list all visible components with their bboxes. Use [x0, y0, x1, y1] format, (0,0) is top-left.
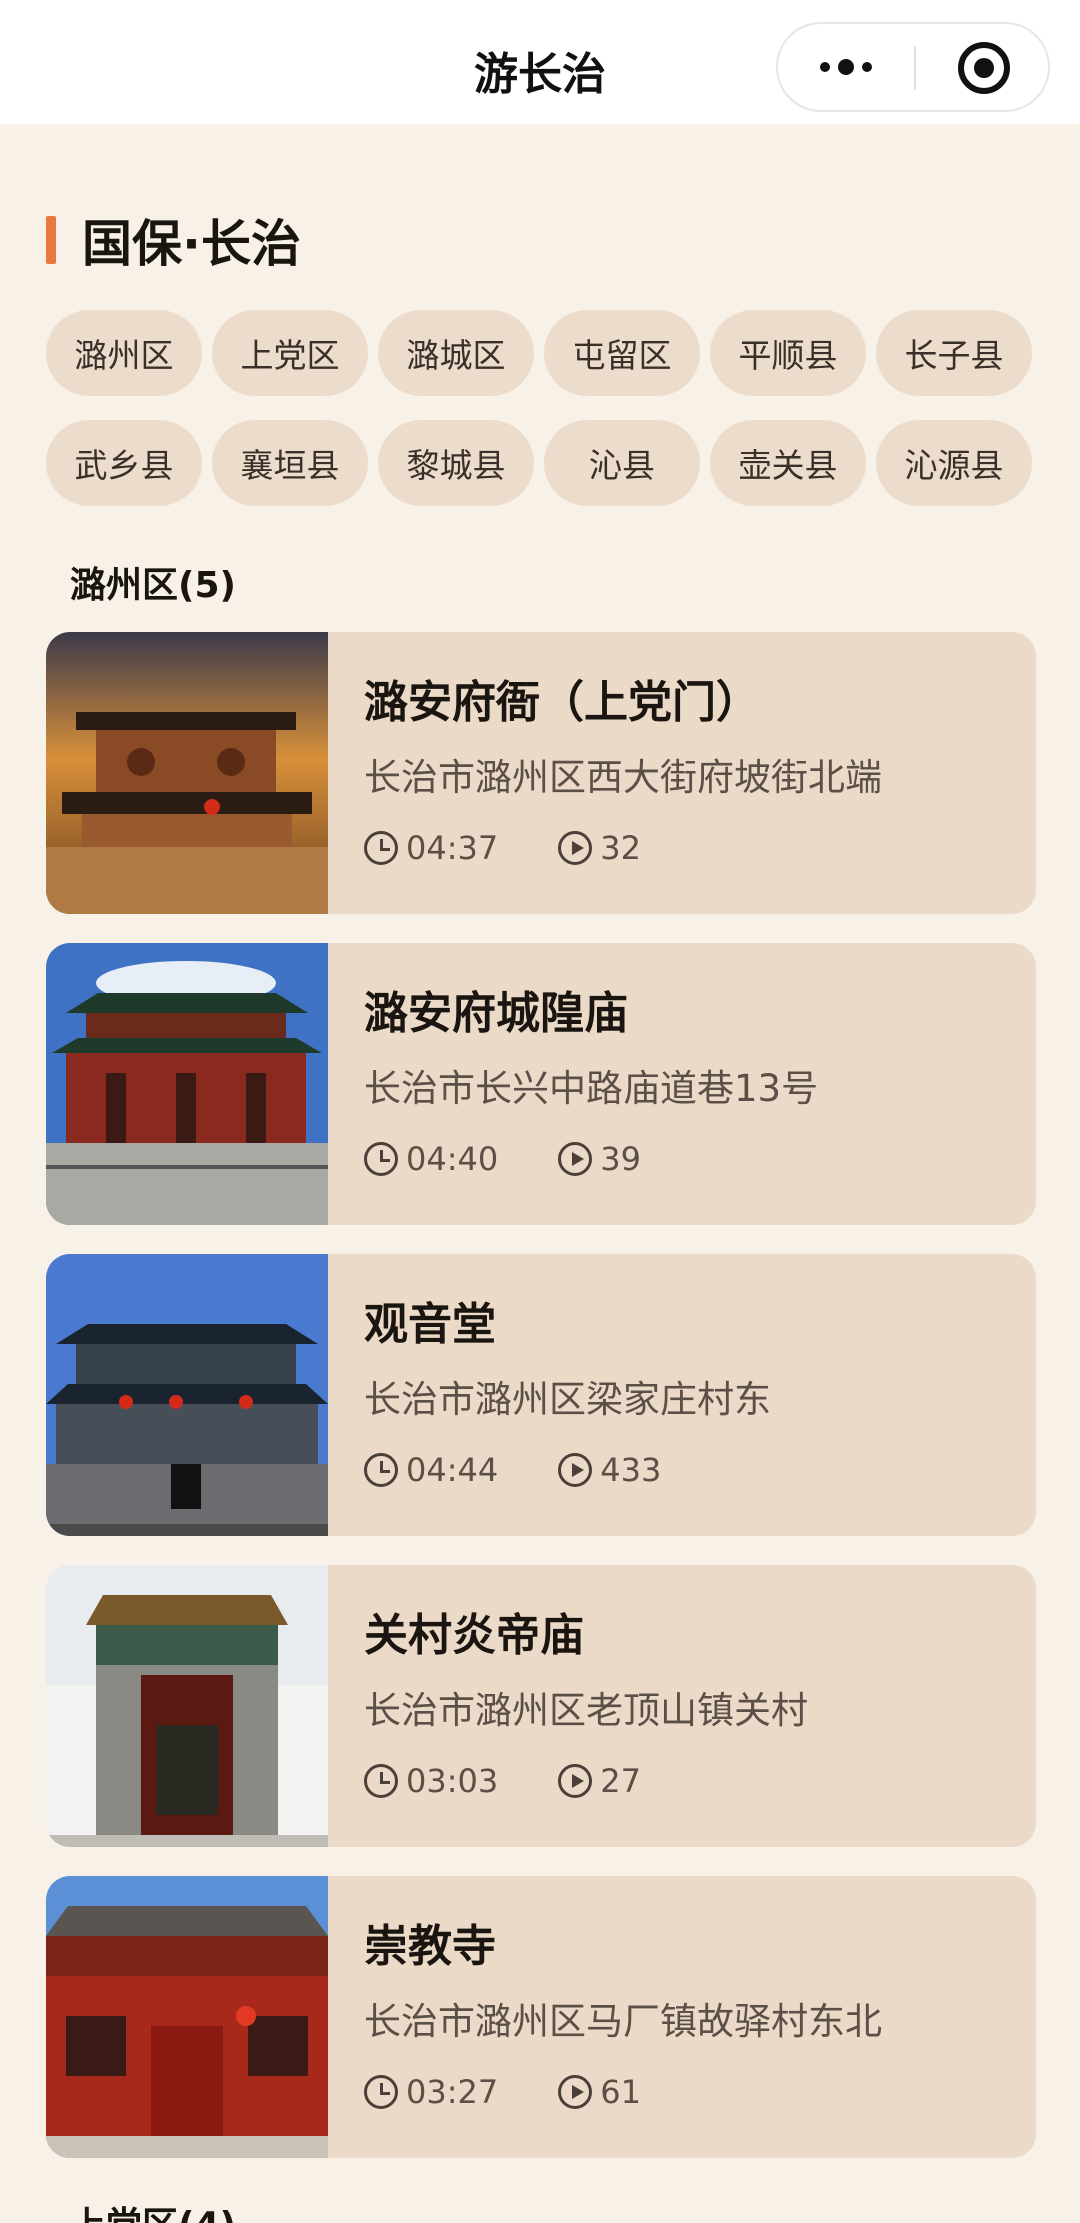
district-chip[interactable]: 上党区: [212, 310, 368, 396]
clock-icon: [364, 1141, 398, 1176]
play-count: 39: [600, 1139, 641, 1178]
site-name: 观音堂: [364, 1299, 496, 1350]
site-name: 崇教寺: [364, 1921, 496, 1972]
close-icon[interactable]: [958, 42, 1010, 94]
audio-duration: 03:27: [406, 2072, 499, 2111]
district-chip[interactable]: 沁源县: [876, 420, 1032, 506]
district-chip[interactable]: 壶关县: [710, 420, 866, 506]
capsule-divider: [914, 46, 916, 90]
audio-duration: 04:40: [406, 1139, 499, 1178]
site-name: 关村炎帝庙: [364, 1610, 584, 1661]
play-count: 61: [600, 2072, 641, 2111]
clock-icon: [364, 1763, 398, 1798]
play-icon: [558, 1141, 593, 1176]
site-card[interactable]: 观音堂 长治市潞州区梁家庄村东 04:44 433: [46, 1254, 1036, 1536]
district-chip[interactable]: 沁县: [544, 420, 700, 506]
site-address: 长治市长兴中路庙道巷13号: [364, 1066, 819, 1110]
audio-duration: 03:03: [406, 1761, 499, 1800]
navigation-bar: 游长治: [0, 0, 1080, 124]
play-icon: [558, 1452, 593, 1487]
district-chip[interactable]: 武乡县: [46, 420, 202, 506]
clock-icon: [364, 2074, 398, 2109]
site-name: 潞安府衙（上党门）: [364, 677, 760, 728]
miniprogram-capsule: [776, 22, 1050, 112]
play-count: 27: [600, 1761, 641, 1800]
district-filter: 潞州区 上党区 潞城区 屯留区 平顺县 长子县 武乡县 襄垣县 黎城县 沁县 壶…: [46, 310, 1036, 506]
play-icon: [558, 1763, 593, 1798]
clock-icon: [364, 1452, 398, 1487]
section-header: 国保·长治: [46, 210, 301, 273]
district-chip[interactable]: 潞州区: [46, 310, 202, 396]
site-photo: [46, 943, 328, 1225]
district-chip[interactable]: 襄垣县: [212, 420, 368, 506]
district-chip[interactable]: 潞城区: [378, 310, 534, 396]
play-icon: [558, 2074, 593, 2109]
district-chip[interactable]: 屯留区: [544, 310, 700, 396]
audio-duration: 04:37: [406, 828, 499, 867]
site-photo: [46, 1565, 328, 1847]
section-accent-bar: [46, 216, 56, 264]
site-list: 潞安府衙（上党门） 长治市潞州区西大街府坡街北端 04:37 32 潞安府城隍庙…: [46, 632, 1036, 2187]
district-chip[interactable]: 黎城县: [378, 420, 534, 506]
site-photo: [46, 1254, 328, 1536]
site-photo: [46, 632, 328, 914]
play-icon: [558, 830, 593, 865]
site-photo: [46, 1876, 328, 2158]
more-icon[interactable]: [778, 24, 914, 110]
site-address: 长治市潞州区梁家庄村东: [364, 1377, 771, 1421]
district-chip[interactable]: 长子县: [876, 310, 1032, 396]
group-title: 潞州区(5): [70, 565, 236, 606]
site-address: 长治市潞州区西大街府坡街北端: [364, 755, 882, 799]
site-address: 长治市潞州区马厂镇故驿村东北: [364, 1999, 882, 2043]
site-card[interactable]: 潞安府城隍庙 长治市长兴中路庙道巷13号 04:40 39: [46, 943, 1036, 1225]
play-count: 433: [600, 1450, 662, 1489]
audio-duration: 04:44: [406, 1450, 499, 1489]
site-card[interactable]: 崇教寺 长治市潞州区马厂镇故驿村东北 03:27 61: [46, 1876, 1036, 2158]
site-card[interactable]: 关村炎帝庙 长治市潞州区老顶山镇关村 03:03 27: [46, 1565, 1036, 1847]
site-card[interactable]: 潞安府衙（上党门） 长治市潞州区西大街府坡街北端 04:37 32: [46, 632, 1036, 914]
clock-icon: [364, 830, 398, 865]
site-address: 长治市潞州区老顶山镇关村: [364, 1688, 808, 1732]
district-chip[interactable]: 平顺县: [710, 310, 866, 396]
play-count: 32: [600, 828, 641, 867]
site-name: 潞安府城隍庙: [364, 988, 628, 1039]
group-title: 上党区(4): [70, 2196, 236, 2223]
section-title: 国保·长治: [82, 215, 301, 273]
